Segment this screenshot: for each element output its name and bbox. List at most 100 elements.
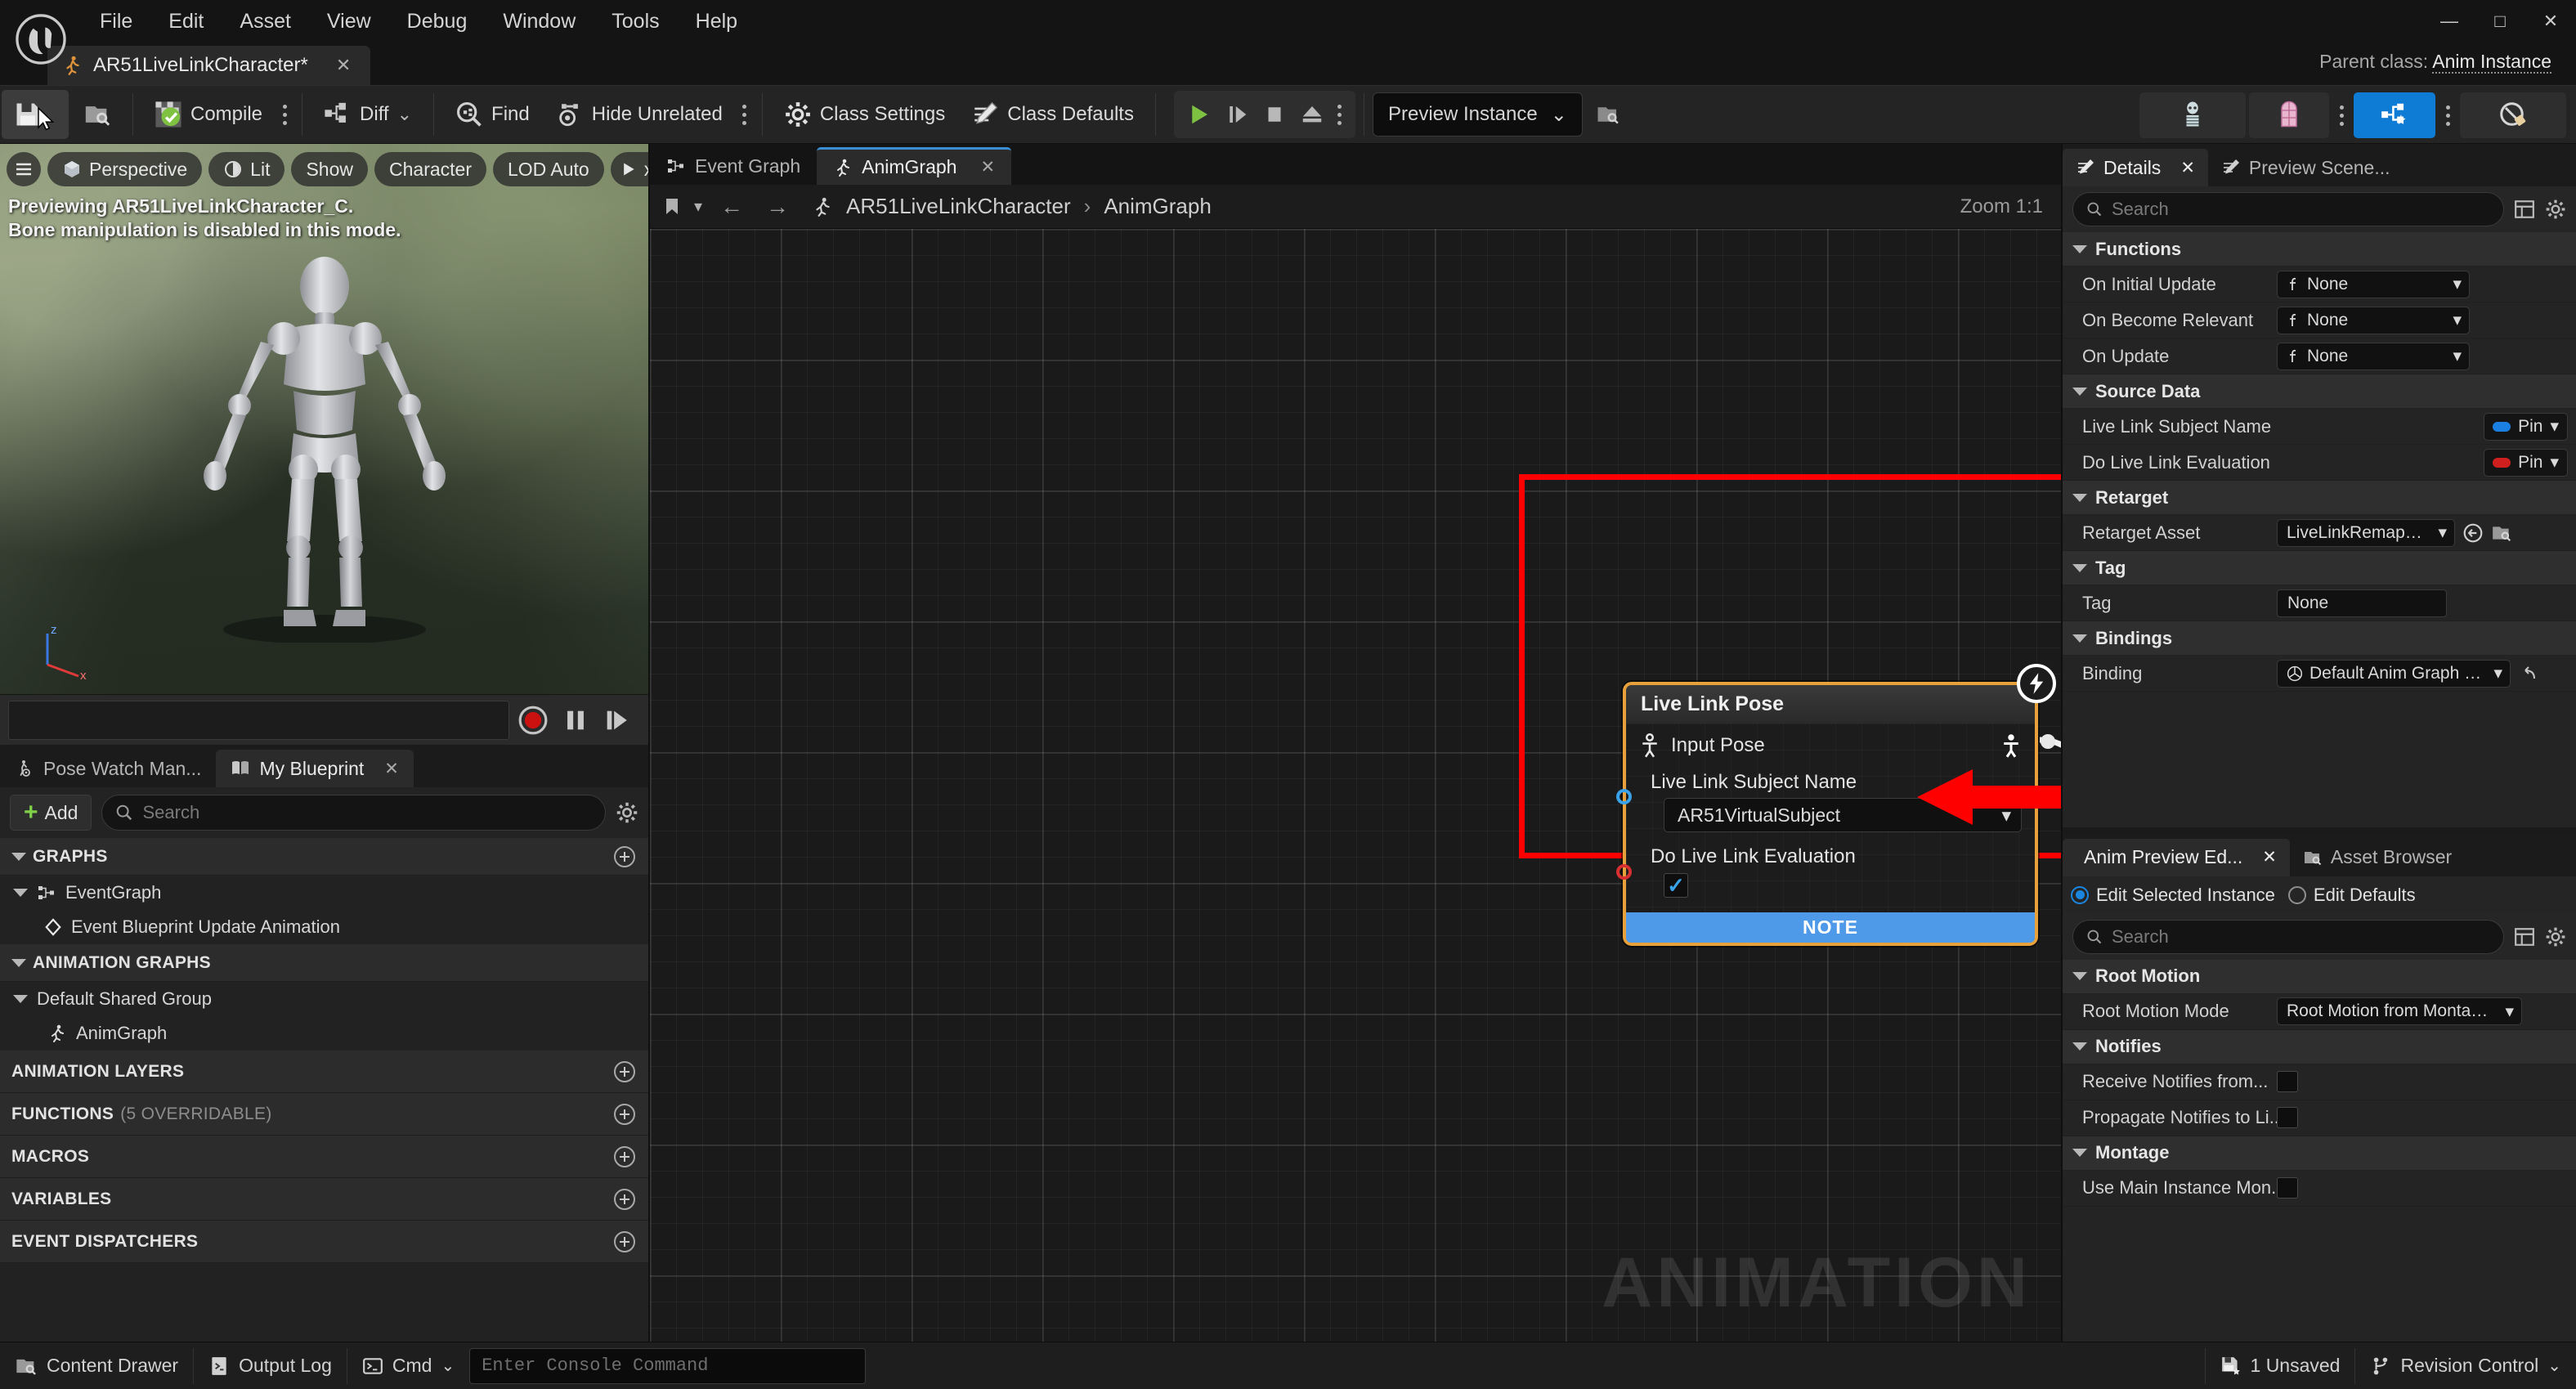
eject-icon[interactable] — [1293, 96, 1331, 133]
details-grid-view-icon[interactable] — [2514, 199, 2535, 220]
class-settings-button[interactable]: Class Settings — [773, 90, 956, 139]
asset-tab[interactable]: AR51LiveLinkCharacter* ✕ — [47, 46, 371, 85]
section-functions[interactable]: FUNCTIONS (5 OVERRIDABLE) — [0, 1093, 648, 1136]
browse-button[interactable] — [72, 90, 123, 139]
anim-preview-row-propagate-notifies-checkbox[interactable] — [2277, 1107, 2298, 1128]
mesh-mode-kebab-icon[interactable] — [2332, 94, 2350, 137]
anim-preview-group-root-motion[interactable]: Root Motion — [2063, 959, 2576, 994]
breadcrumb-root[interactable]: AR51LiveLinkCharacter — [846, 194, 1071, 219]
viewport-lod-button[interactable]: LOD Auto — [493, 152, 604, 186]
anim-preview-group-montage[interactable]: Montage — [2063, 1136, 2576, 1171]
graph-canvas[interactable]: ANIMATION Live Link Pose Input Pose Live… — [650, 229, 2061, 1342]
tree-item-event-blueprint-update-animation[interactable]: Event Blueprint Update Animation — [0, 910, 648, 944]
stop-icon[interactable] — [1256, 96, 1293, 133]
diff-caret-icon[interactable]: ⌄ — [397, 104, 412, 125]
tab-anim-preview-editor-close-icon[interactable]: ✕ — [2262, 847, 2277, 867]
step-icon[interactable] — [1218, 96, 1256, 133]
tab-pose-watch-manager[interactable]: Pose Watch Man... — [0, 750, 216, 787]
menu-edit[interactable]: Edit — [150, 0, 222, 43]
section-graphs[interactable]: GRAPHS — [0, 838, 648, 876]
step-forward-icon[interactable] — [603, 706, 630, 734]
details-settings-gear-icon[interactable] — [2545, 199, 2566, 220]
viewport-perspective-button[interactable]: Perspective — [47, 152, 203, 186]
anim-blueprint-kebab-icon[interactable] — [2439, 94, 2457, 137]
tab-anim-preview-editor[interactable]: Anim Preview Ed... ✕ — [2063, 838, 2290, 876]
play-icon[interactable] — [1180, 96, 1218, 133]
nav-forward-icon[interactable]: → — [761, 194, 794, 220]
details-row-binding-dropdown[interactable]: Default Anim Graph Node B ▾ — [2277, 659, 2511, 688]
parent-class-value[interactable]: Anim Instance — [2432, 51, 2551, 74]
section-event-dispatchers[interactable]: EVENT DISPATCHERS — [0, 1221, 648, 1263]
tab-details-close-icon[interactable]: ✕ — [2180, 158, 2195, 178]
section-graphs-add-icon[interactable] — [614, 845, 635, 867]
chevron-down-icon-eventgraph[interactable] — [13, 889, 28, 897]
anim-preview-row-root-motion-mode-dropdown[interactable]: Root Motion from Montages O ▾ — [2277, 997, 2522, 1025]
subject-name-input-pin[interactable] — [1616, 788, 1632, 804]
find-button[interactable]: Find — [444, 90, 541, 139]
menu-window[interactable]: Window — [485, 0, 594, 43]
output-log-button[interactable]: Output Log — [194, 1346, 347, 1386]
open-asset-browser-icon[interactable] — [2491, 522, 2512, 544]
tab-asset-browser[interactable]: Asset Browser — [2290, 839, 2465, 876]
my-blueprint-search-input[interactable]: Search — [101, 795, 606, 831]
unsaved-assets-button[interactable]: 1 Unsaved — [2206, 1346, 2355, 1386]
tab-my-blueprint-close-icon[interactable]: ✕ — [384, 759, 399, 779]
tab-animgraph[interactable]: AnimGraph ✕ — [817, 147, 1012, 185]
mesh-mode-button[interactable] — [2249, 92, 2329, 138]
reset-binding-icon[interactable] — [2518, 664, 2538, 683]
section-animation-graphs[interactable]: ANIMATION GRAPHS — [0, 944, 648, 982]
node-do-eval-checkbox[interactable]: ✓ — [1664, 873, 1688, 898]
nav-back-icon[interactable]: ← — [715, 194, 748, 220]
tab-event-graph[interactable]: Event Graph — [650, 147, 817, 185]
anim-preview-row-use-main-instance-montage-checkbox[interactable] — [2277, 1177, 2298, 1199]
details-row-tag-input[interactable]: None — [2277, 589, 2447, 617]
anim-preview-grid-view-icon[interactable] — [2514, 926, 2535, 948]
maximize-icon[interactable]: □ — [2475, 0, 2525, 43]
details-row-live-link-subject-name-pin-button[interactable]: Pin ▾ — [2484, 412, 2568, 441]
hide-unrelated-button[interactable]: Hide Unrelated — [544, 90, 734, 139]
my-blueprint-settings-icon[interactable] — [616, 801, 638, 824]
tab-preview-scene[interactable]: Preview Scene... — [2208, 149, 2404, 186]
anim-preview-group-notifies[interactable]: Notifies — [2063, 1029, 2576, 1064]
section-event-dispatchers-add-icon[interactable] — [614, 1230, 635, 1252]
section-variables-add-icon[interactable] — [614, 1188, 635, 1210]
compile-button[interactable]: Compile — [143, 90, 274, 139]
section-variables[interactable]: VARIABLES — [0, 1178, 648, 1221]
anim-preview-row-receive-notifies-checkbox[interactable] — [2277, 1071, 2298, 1092]
menu-tools[interactable]: Tools — [594, 0, 677, 43]
anim-preview-settings-gear-icon[interactable] — [2545, 926, 2566, 948]
section-animation-layers[interactable]: ANIMATION LAYERS — [0, 1051, 648, 1093]
browse-debug-button[interactable] — [1584, 90, 1632, 139]
anim-blueprint-mode-button[interactable] — [2354, 92, 2435, 138]
tree-item-default-shared-group[interactable]: Default Shared Group — [0, 982, 648, 1016]
physics-mode-button[interactable] — [2460, 92, 2566, 138]
compile-options-kebab-icon[interactable] — [276, 93, 293, 136]
details-group-functions[interactable]: Functions — [2063, 232, 2576, 267]
do-eval-input-pin[interactable] — [1616, 863, 1632, 880]
content-drawer-button[interactable]: Content Drawer — [0, 1346, 193, 1386]
chevron-down-icon-group[interactable] — [13, 995, 28, 1003]
record-icon[interactable] — [517, 705, 549, 736]
radio-edit-selected-instance[interactable]: Edit Selected Instance — [2071, 885, 2275, 906]
menu-view[interactable]: View — [309, 0, 389, 43]
menu-debug[interactable]: Debug — [389, 0, 486, 43]
viewport-timeline-scrubber[interactable] — [8, 700, 509, 740]
diff-button[interactable]: Diff ⌄ — [312, 90, 423, 139]
browse-to-asset-icon[interactable] — [2462, 522, 2484, 544]
node-note-bar[interactable]: NOTE — [1626, 912, 2035, 943]
pose-pin-icon-left[interactable] — [1639, 733, 1660, 758]
section-animation-layers-add-icon[interactable] — [614, 1060, 635, 1082]
details-row-on-become-relevant-dropdown[interactable]: None ▾ — [2277, 306, 2470, 334]
radio-edit-defaults[interactable]: Edit Defaults — [2287, 885, 2416, 906]
viewport-show-button[interactable]: Show — [291, 152, 369, 186]
details-group-tag[interactable]: Tag — [2063, 551, 2576, 585]
details-group-bindings[interactable]: Bindings — [2063, 621, 2576, 656]
pause-icon[interactable] — [562, 706, 589, 734]
details-row-on-initial-update-dropdown[interactable]: None ▾ — [2277, 270, 2470, 298]
tab-details[interactable]: Details ✕ — [2063, 149, 2208, 186]
details-row-on-update-dropdown[interactable]: None ▾ — [2277, 342, 2470, 370]
menu-asset[interactable]: Asset — [222, 0, 309, 43]
debug-kebab-icon[interactable] — [1331, 93, 1349, 136]
revision-control-button[interactable]: Revision Control ⌄ — [2355, 1346, 2576, 1386]
viewport-character-button[interactable]: Character — [374, 152, 486, 186]
